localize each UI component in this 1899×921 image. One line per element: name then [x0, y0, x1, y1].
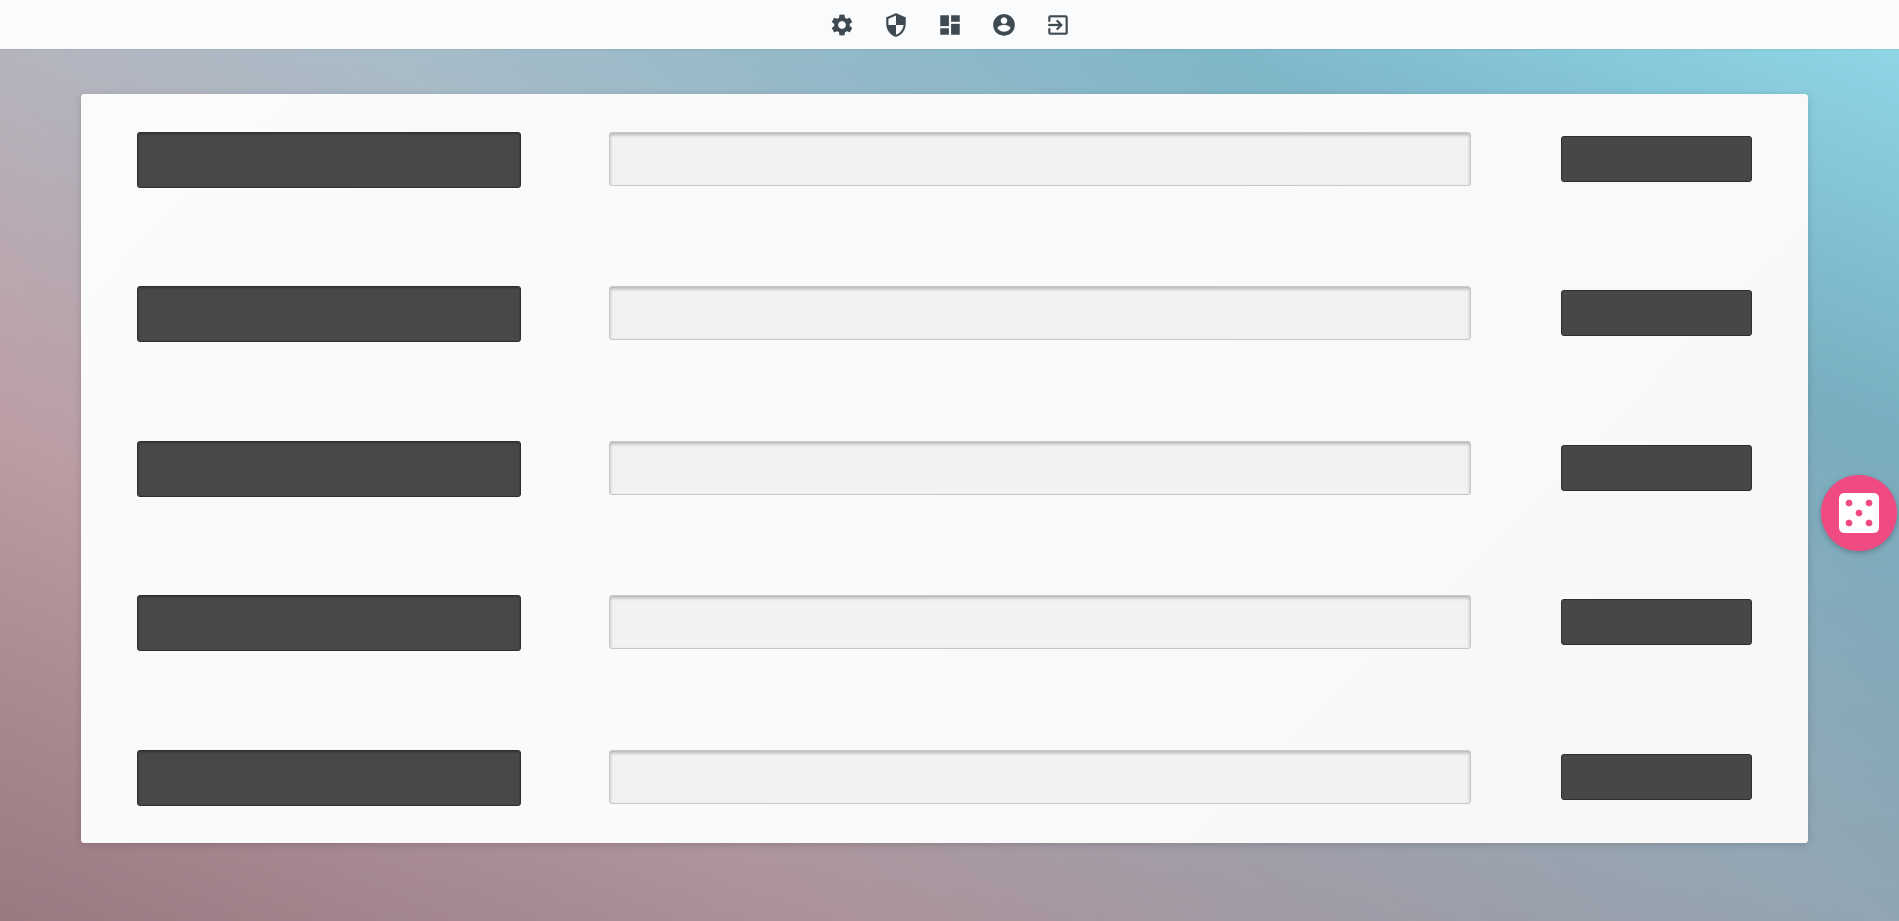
dashboard-icon[interactable] [936, 11, 964, 39]
dice-icon [1839, 493, 1879, 533]
logout-icon[interactable] [1044, 11, 1072, 39]
row-value-field[interactable] [609, 595, 1471, 649]
form-row [81, 595, 1808, 651]
top-toolbar [0, 0, 1899, 49]
row-action-button[interactable] [1561, 445, 1752, 491]
row-label [137, 132, 521, 188]
row-value-field[interactable] [609, 286, 1471, 340]
account-icon[interactable] [990, 11, 1018, 39]
form-panel [81, 94, 1808, 843]
randomize-button[interactable] [1821, 475, 1897, 551]
settings-icon[interactable] [828, 11, 856, 39]
row-action-button[interactable] [1561, 754, 1752, 800]
row-action-button[interactable] [1561, 599, 1752, 645]
form-row [81, 441, 1808, 497]
row-value-field[interactable] [609, 441, 1471, 495]
form-row [81, 132, 1808, 188]
row-label [137, 595, 521, 651]
form-row [81, 750, 1808, 806]
row-label [137, 286, 521, 342]
row-action-button[interactable] [1561, 290, 1752, 336]
form-row [81, 286, 1808, 342]
row-value-field[interactable] [609, 132, 1471, 186]
shield-icon[interactable] [882, 11, 910, 39]
row-action-button[interactable] [1561, 136, 1752, 182]
row-label [137, 441, 521, 497]
row-label [137, 750, 521, 806]
row-value-field[interactable] [609, 750, 1471, 804]
